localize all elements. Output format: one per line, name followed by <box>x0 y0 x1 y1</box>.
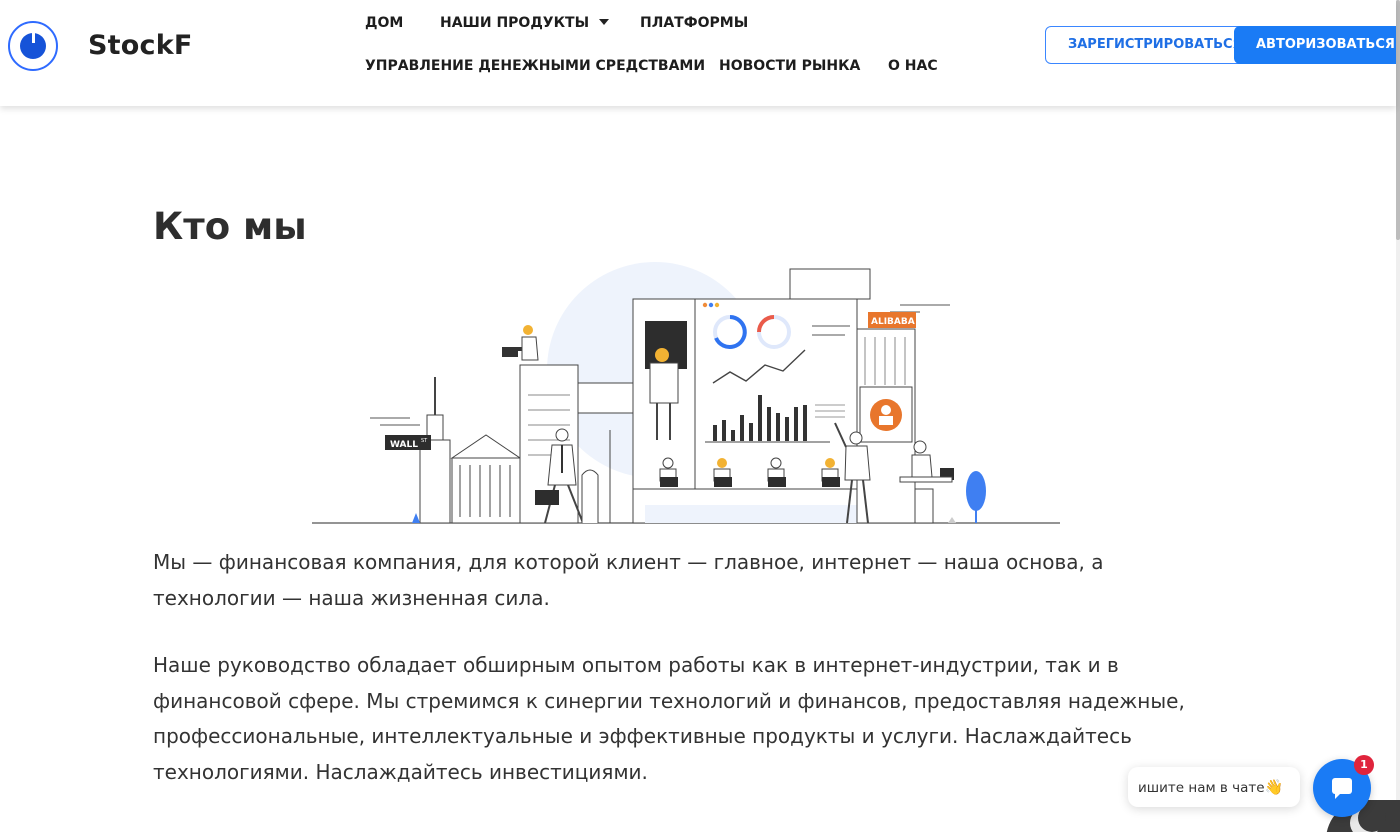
wave-emoji-icon: 👋 <box>1264 778 1284 796</box>
wall-street-sign: WALL <box>390 440 418 450</box>
login-button[interactable]: АВТОРИЗОВАТЬСЯ <box>1234 26 1396 64</box>
unread-badge: 1 <box>1354 755 1374 775</box>
chat-prompt-text: ишите нам в чате <box>1138 780 1265 796</box>
nav-home[interactable]: ДОМ <box>365 15 403 31</box>
nav-money-management[interactable]: УПРАВЛЕНИЕ ДЕНЕЖНЫМИ СРЕДСТВАМИ <box>365 58 705 74</box>
nav-market-news[interactable]: НОВОСТИ РЫНКА <box>719 58 860 74</box>
chat-icon <box>1332 778 1352 799</box>
nav-products-label: НАШИ ПРОДУКТЫ <box>440 15 590 31</box>
leadership-paragraph: Наше руководство обладает обширным опыто… <box>153 653 1185 784</box>
nav-platforms[interactable]: ПЛАТФОРМЫ <box>640 15 748 31</box>
nav-products[interactable]: НАШИ ПРОДУКТЫ <box>440 15 610 31</box>
brand-name[interactable]: StockF <box>88 30 193 61</box>
scrollbar[interactable] <box>1396 0 1400 832</box>
site-header: StockF ДОМ НАШИ ПРОДУКТЫ ПЛАТФОРМЫ УПРАВ… <box>0 0 1396 106</box>
chat-prompt-bubble[interactable]: ишите нам в чате👋 <box>1128 767 1300 807</box>
chevron-down-icon <box>599 19 610 25</box>
scrollbar-thumb[interactable] <box>1396 0 1400 240</box>
alibaba-billboard: ALIBABA <box>871 317 915 327</box>
page-title: Кто мы <box>153 205 307 248</box>
register-button[interactable]: ЗАРЕГИСТРИРОВАТЬСЯ <box>1045 26 1245 64</box>
svg-text:ST: ST <box>421 438 428 444</box>
nav-about[interactable]: О НАС <box>888 58 938 74</box>
logo-icon[interactable] <box>8 21 58 71</box>
city-finance-illustration: WALL ST ALIBABA <box>312 262 1060 524</box>
intro-paragraph: Мы — финансовая компания, для которой кл… <box>153 550 1104 610</box>
